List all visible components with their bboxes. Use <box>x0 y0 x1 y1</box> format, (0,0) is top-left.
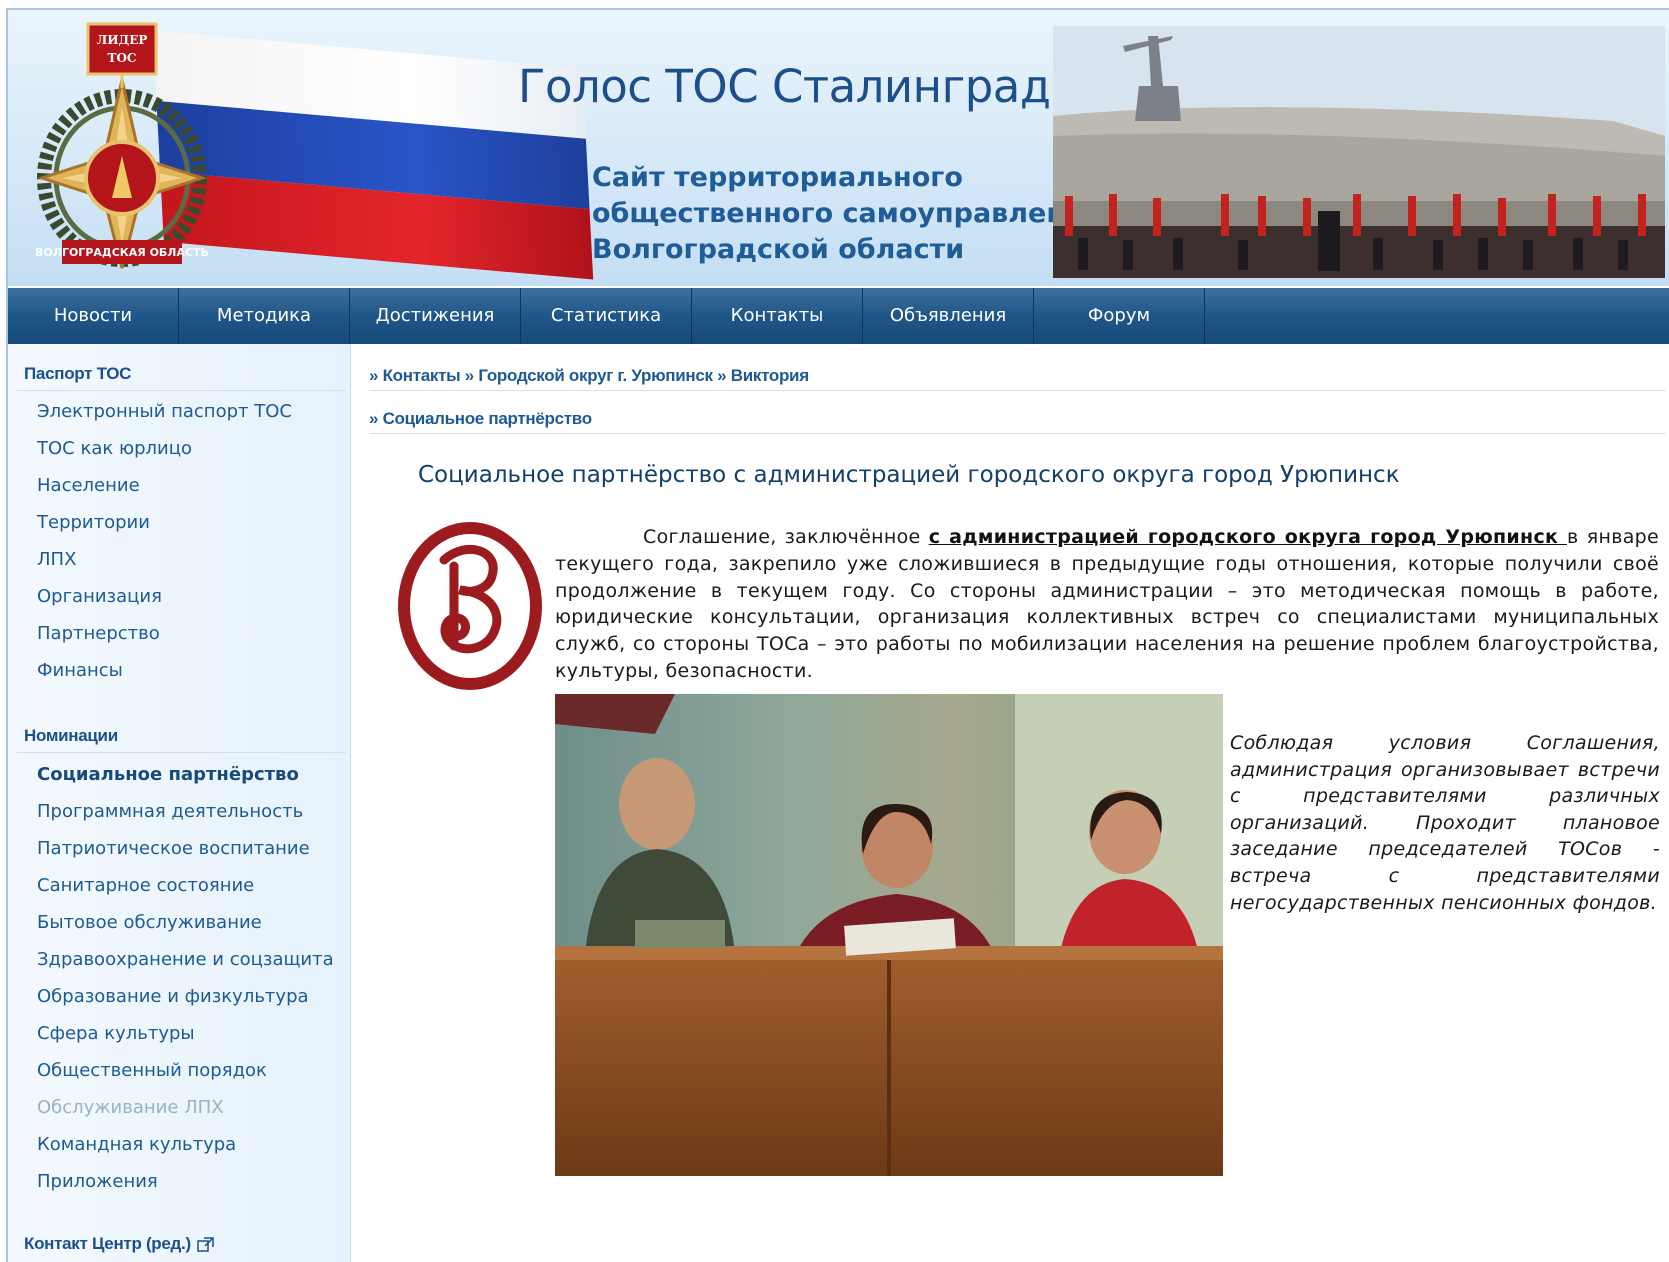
nav-item-news[interactable]: Новости <box>8 288 179 344</box>
section-breadcrumb[interactable]: » Социальное партнёрство <box>369 409 592 429</box>
site-header: ВОЛГОГРАДСКАЯ ОБЛАСТЬ ЛИДЕР ТОС Голос ТО… <box>8 10 1669 286</box>
external-link-icon <box>197 1237 214 1252</box>
nav-item-contacts[interactable]: Контакты <box>692 288 863 344</box>
sidebar-item-lph-service[interactable]: Обслуживание ЛПХ <box>37 1097 224 1118</box>
site-subtitle-line: Волгоградской области <box>592 234 965 265</box>
sidebar-item-lph[interactable]: ЛПХ <box>37 549 76 570</box>
sidebar-item-territories[interactable]: Территории <box>37 512 150 533</box>
main-nav: Новости Методика Достижения Статистика К… <box>8 288 1669 344</box>
sidebar-item-healthcare[interactable]: Здравоохранение и соцзащита <box>37 949 334 970</box>
sidebar-item-program-activity[interactable]: Программная деятельность <box>37 801 303 822</box>
sidebar-item-organization[interactable]: Организация <box>37 586 162 607</box>
sidebar-item-consumer-services[interactable]: Бытовое обслуживание <box>37 912 262 933</box>
sidebar-item-social-partnership[interactable]: Социальное партнёрство <box>37 764 299 785</box>
emblem-bottom-text: ВОЛГОГРАДСКАЯ ОБЛАСТЬ <box>35 246 209 259</box>
emblem-logo[interactable]: ВОЛГОГРАДСКАЯ ОБЛАСТЬ ЛИДЕР ТОС <box>32 18 212 280</box>
monogram-logo <box>398 522 542 690</box>
paragraph-lead: Соглашение, заключённое <box>643 526 929 548</box>
page-frame: ВОЛГОГРАДСКАЯ ОБЛАСТЬ ЛИДЕР ТОС Голос ТО… <box>6 8 1669 1262</box>
sidebar-item-sanitary[interactable]: Санитарное состояние <box>37 875 254 896</box>
nav-item-forum[interactable]: Форум <box>1034 288 1205 344</box>
nav-item-methodology[interactable]: Методика <box>179 288 350 344</box>
site-subtitle-line: общественного самоуправления <box>592 198 1102 229</box>
sidebar-heading-contact-center[interactable]: Контакт Центр (ред.) <box>24 1234 215 1254</box>
sidebar-item-appendices[interactable]: Приложения <box>37 1171 158 1192</box>
nav-item-announcements[interactable]: Объявления <box>863 288 1034 344</box>
meeting-photo <box>555 694 1223 1176</box>
svg-text:ЛИДЕР: ЛИДЕР <box>97 33 148 47</box>
sidebar-item-partnership[interactable]: Партнерство <box>37 623 160 644</box>
article-title: Социальное партнёрство с администрацией … <box>418 462 1400 488</box>
divider <box>369 433 1666 434</box>
breadcrumb[interactable]: » Контакты » Городской округ г. Урюпинск… <box>369 366 809 386</box>
sidebar-item-patriotic-education[interactable]: Патриотическое воспитание <box>37 838 310 859</box>
svg-text:ТОС: ТОС <box>108 51 137 65</box>
photo-caption: Соблюдая условия Соглашения, администрац… <box>1230 732 1660 914</box>
divider <box>16 752 346 753</box>
sidebar-item-population[interactable]: Население <box>37 475 140 496</box>
site-subtitle: Сайт территориального общественного само… <box>592 160 1101 268</box>
sidebar-item-finances[interactable]: Финансы <box>37 660 123 681</box>
divider <box>16 390 346 391</box>
sidebar-heading-passport[interactable]: Паспорт ТОС <box>24 364 131 384</box>
nav-item-achievements[interactable]: Достижения <box>350 288 521 344</box>
paragraph-body: в январе текущего года, закрепило уже сл… <box>555 526 1659 682</box>
site-subtitle-line: Сайт территориального <box>592 162 963 193</box>
sidebar-item-e-passport[interactable]: Электронный паспорт ТОС <box>37 401 292 422</box>
sidebar-item-education-sport[interactable]: Образование и физкультура <box>37 986 309 1007</box>
nav-item-statistics[interactable]: Статистика <box>521 288 692 344</box>
contact-center-label: Контакт Центр (ред.) <box>24 1234 191 1253</box>
sidebar-heading-nominations[interactable]: Номинации <box>24 726 118 746</box>
sidebar: Паспорт ТОС Электронный паспорт ТОС ТОС … <box>8 344 351 1262</box>
sidebar-item-legal-entity[interactable]: ТОС как юрлицо <box>37 438 192 459</box>
article-paragraph: Соглашение, заключённое с администрацией… <box>555 524 1659 685</box>
divider <box>369 390 1666 391</box>
sidebar-item-public-order[interactable]: Общественный порядок <box>37 1060 267 1081</box>
memorial-photo <box>1053 26 1665 278</box>
administration-link[interactable]: с администрацией городского округа город… <box>929 526 1567 548</box>
sidebar-item-culture[interactable]: Сфера культуры <box>37 1023 195 1044</box>
site-title: Голос ТОС Сталинграда <box>518 60 1078 113</box>
sidebar-item-team-culture[interactable]: Командная культура <box>37 1134 236 1155</box>
